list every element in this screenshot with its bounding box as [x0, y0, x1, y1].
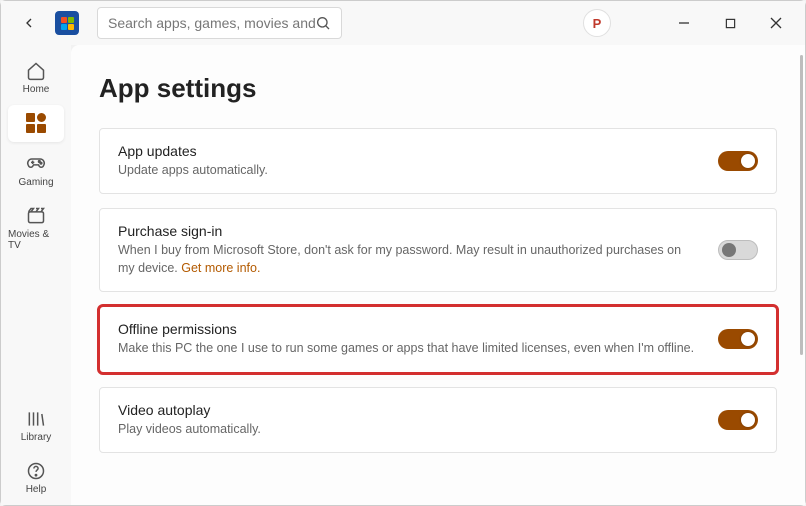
get-more-info-link[interactable]: Get more info. [181, 261, 260, 275]
sidebar-item-label: Home [23, 84, 50, 95]
setting-desc: Make this PC the one I use to run some g… [118, 339, 698, 357]
minimize-button[interactable] [661, 7, 707, 39]
sidebar-item-label: Gaming [18, 177, 53, 188]
sidebar-item-movies[interactable]: Movies & TV [8, 198, 64, 257]
toggle-offline-permissions[interactable] [718, 329, 758, 349]
window-controls [661, 7, 799, 39]
setting-video-autoplay: Video autoplay Play videos automatically… [99, 387, 777, 453]
toggle-video-autoplay[interactable] [718, 410, 758, 430]
setting-app-updates: App updates Update apps automatically. [99, 128, 777, 194]
home-icon [26, 61, 46, 81]
gamepad-icon [26, 154, 46, 174]
setting-title: Video autoplay [118, 402, 698, 418]
setting-purchase-signin: Purchase sign-in When I buy from Microso… [99, 208, 777, 292]
close-button[interactable] [753, 7, 799, 39]
search-input[interactable] [108, 15, 315, 31]
sidebar-item-gaming[interactable]: Gaming [8, 146, 64, 194]
sidebar-item-help[interactable]: Help [8, 453, 64, 501]
setting-desc: When I buy from Microsoft Store, don't a… [118, 241, 698, 277]
sidebar-item-label: Movies & TV [8, 229, 64, 251]
store-logo [55, 11, 79, 35]
content-area: App settings App updates Update apps aut… [71, 45, 805, 505]
sidebar-item-library[interactable]: Library [8, 401, 64, 449]
sidebar: Home Gaming Movies & TV Library [1, 45, 71, 505]
help-icon [26, 461, 46, 481]
library-icon [26, 409, 46, 429]
movies-icon [26, 206, 46, 226]
titlebar: P [1, 1, 805, 45]
maximize-button[interactable] [707, 7, 753, 39]
setting-desc: Update apps automatically. [118, 161, 698, 179]
back-button[interactable] [13, 7, 45, 39]
setting-offline-permissions: Offline permissions Make this PC the one… [99, 306, 777, 372]
setting-desc: Play videos automatically. [118, 420, 698, 438]
search-bar[interactable] [97, 7, 342, 39]
profile-avatar[interactable]: P [583, 9, 611, 37]
sidebar-item-label: Help [26, 484, 47, 495]
apps-icon [26, 113, 46, 133]
toggle-purchase-signin[interactable] [718, 240, 758, 260]
toggle-app-updates[interactable] [718, 151, 758, 171]
scrollbar[interactable] [800, 55, 803, 355]
setting-title: Offline permissions [118, 321, 698, 337]
setting-title: App updates [118, 143, 698, 159]
setting-title: Purchase sign-in [118, 223, 698, 239]
sidebar-item-label: Library [21, 432, 52, 443]
page-title: App settings [99, 73, 777, 104]
sidebar-item-apps[interactable] [8, 105, 64, 142]
sidebar-item-home[interactable]: Home [8, 53, 64, 101]
search-icon [315, 15, 331, 31]
